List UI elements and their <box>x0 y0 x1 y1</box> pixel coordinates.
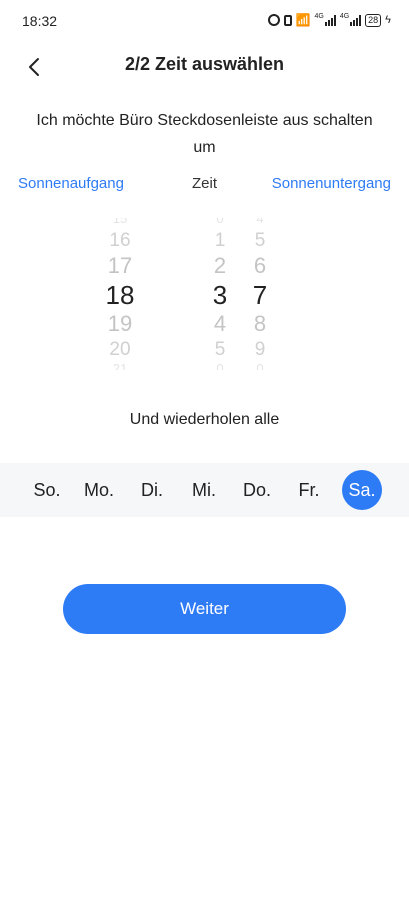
signal-1-icon: 4G <box>314 13 336 27</box>
picker-item: 17 <box>107 253 133 278</box>
status-time: 18:32 <box>22 13 58 29</box>
day-friday[interactable]: Fr. <box>289 470 329 510</box>
mode-sunrise[interactable]: Sonnenaufgang <box>18 175 124 192</box>
picker-item: 5 <box>254 230 266 251</box>
picker-item: 19 <box>107 311 133 336</box>
hour-picker[interactable]: 15 16 17 18 19 20 21 <box>95 218 145 370</box>
picker-item: 20 <box>109 339 131 360</box>
network-type-1: 4G <box>314 13 324 20</box>
day-wednesday[interactable]: Mi. <box>184 470 224 510</box>
signal-2-icon: 4G <box>339 13 362 27</box>
picker-item: 4 <box>256 218 264 226</box>
day-thursday[interactable]: Do. <box>237 470 277 510</box>
picker-item: 5 <box>214 339 226 360</box>
weekday-selector: So. Mo. Di. Mi. Do. Fr. Sa. <box>0 463 409 517</box>
mode-sunset[interactable]: Sonnenuntergang <box>272 175 391 192</box>
day-monday[interactable]: Mo. <box>79 470 119 510</box>
picker-item-selected: 7 <box>252 280 268 310</box>
picker-item: 15 <box>112 218 128 226</box>
picker-item: 1 <box>214 230 226 251</box>
wifi-icon: 📶 <box>295 13 311 27</box>
network-type-2: 4G <box>339 13 350 20</box>
day-tuesday[interactable]: Di. <box>132 470 172 510</box>
picker-item: 0 <box>216 218 224 226</box>
picker-item: 8 <box>253 311 267 336</box>
status-bar: 18:32 📶 4G 4G 28 ϟ <box>0 0 409 44</box>
picker-item: 21 <box>112 361 128 370</box>
page-title: 2/2 Zeit auswählen <box>124 54 285 74</box>
picker-item: 2 <box>213 253 227 278</box>
day-sunday[interactable]: So. <box>27 470 67 510</box>
day-saturday[interactable]: Sa. <box>342 470 382 510</box>
battery-icon: 28 <box>365 13 382 27</box>
repeat-label: Und wiederholen alle <box>129 411 280 428</box>
minute-tens-picker[interactable]: 0 1 2 3 4 5 0 <box>205 218 235 370</box>
alarm-icon <box>267 13 280 27</box>
picker-item-selected: 3 <box>212 280 228 310</box>
header: 2/2 Zeit auswählen <box>0 44 409 88</box>
status-icons: 📶 4G 4G 28 ϟ <box>267 13 391 27</box>
picker-item: 0 <box>256 361 264 370</box>
vibrate-icon <box>283 13 292 27</box>
minute-ones-picker[interactable]: 4 5 6 7 8 9 0 <box>245 218 275 370</box>
mode-time[interactable]: Zeit <box>192 175 217 192</box>
mode-selector: Sonnenaufgang Zeit Sonnenuntergang <box>0 175 409 197</box>
picker-item: 9 <box>254 339 266 360</box>
picker-item-selected: 18 <box>105 280 135 310</box>
picker-item: 0 <box>216 361 224 370</box>
picker-item: 4 <box>213 311 227 336</box>
description-text: Ich möchte Büro Steckdosenleiste aus sch… <box>36 112 373 156</box>
picker-item: 16 <box>109 230 131 251</box>
charging-icon: ϟ <box>385 14 391 26</box>
next-button[interactable]: Weiter <box>63 584 346 634</box>
picker-item: 6 <box>253 253 267 278</box>
